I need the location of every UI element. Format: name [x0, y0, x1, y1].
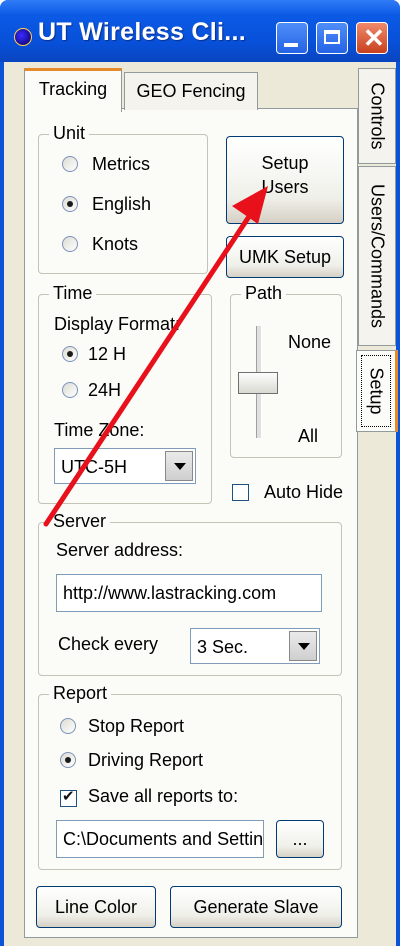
maximize-icon	[324, 30, 340, 44]
tab-setup[interactable]: Setup	[356, 350, 398, 432]
path-none-label: None	[288, 332, 332, 352]
minimize-icon	[284, 43, 298, 47]
generate-slave-button[interactable]: Generate Slave	[170, 886, 342, 928]
tab-users-commands-label: Users/Commands	[367, 183, 388, 329]
report-path-input[interactable]: C:\Documents and Settings	[56, 820, 264, 858]
radio-stop-report[interactable]	[60, 718, 76, 734]
unit-legend: Unit	[49, 123, 90, 144]
path-all-label: All	[298, 426, 319, 446]
path-slider-thumb[interactable]	[238, 372, 278, 394]
save-reports-checkbox[interactable]	[60, 787, 77, 807]
window-title: UT Wireless Cli...	[38, 18, 247, 46]
radio-24h-label: 24H	[88, 380, 122, 400]
line-color-button[interactable]: Line Color	[36, 886, 156, 928]
tab-tracking[interactable]: Tracking	[24, 68, 122, 112]
tab-users-commands[interactable]: Users/Commands	[358, 166, 396, 346]
radio-driving-report[interactable]	[60, 752, 76, 768]
server-address-label: Server address:	[56, 540, 184, 560]
dropdown-arrow-icon[interactable]	[289, 631, 317, 661]
browse-button[interactable]: ...	[276, 820, 324, 858]
minimize-button[interactable]	[276, 22, 308, 54]
dropdown-arrow-icon[interactable]	[165, 451, 193, 481]
auto-hide-checkbox[interactable]	[232, 484, 249, 501]
tab-controls[interactable]: Controls	[358, 68, 396, 164]
time-zone-value: UTC-5H	[61, 457, 127, 477]
auto-hide-label: Auto Hide	[264, 482, 344, 502]
check-every-value: 3 Sec.	[197, 637, 249, 657]
server-address-input[interactable]: http://www.lastracking.com	[56, 574, 322, 612]
app-icon	[14, 28, 32, 46]
umk-setup-label: UMK Setup	[238, 247, 332, 267]
time-legend: Time	[49, 283, 97, 304]
umk-setup-button[interactable]: UMK Setup	[226, 236, 344, 278]
title-bar[interactable]: UT Wireless Cli... ✕	[0, 0, 400, 62]
generate-slave-label: Generate Slave	[193, 897, 319, 917]
radio-24h[interactable]	[62, 382, 78, 398]
tab-controls-label: Controls	[367, 82, 388, 150]
radio-english[interactable]	[62, 196, 78, 212]
tab-geo-fencing[interactable]: GEO Fencing	[124, 72, 258, 110]
setup-users-button[interactable]: Setup Users	[226, 136, 344, 224]
save-reports-label: Save all reports to:	[88, 786, 239, 806]
radio-knots-label: Knots	[92, 234, 139, 254]
radio-12h[interactable]	[62, 346, 78, 362]
radio-driving-report-label: Driving Report	[88, 750, 204, 770]
time-zone-select[interactable]: UTC-5H	[54, 448, 196, 484]
setup-users-label: Setup Users	[261, 153, 309, 197]
tab-setup-label: Setup	[366, 367, 387, 415]
radio-knots[interactable]	[62, 236, 78, 252]
maximize-button[interactable]	[316, 22, 348, 54]
server-legend: Server	[49, 511, 111, 532]
radio-metrics[interactable]	[62, 156, 78, 172]
check-every-label: Check every	[58, 634, 159, 654]
line-color-label: Line Color	[54, 897, 138, 917]
close-icon: ✕	[363, 23, 385, 53]
radio-english-label: English	[92, 194, 152, 214]
radio-12h-label: 12 H	[88, 344, 127, 364]
report-legend: Report	[49, 683, 112, 704]
display-format-label: Display Format:	[54, 314, 181, 334]
radio-stop-report-label: Stop Report	[88, 716, 185, 736]
path-legend: Path	[241, 283, 287, 304]
close-button[interactable]: ✕	[356, 22, 388, 54]
time-zone-label: Time Zone:	[54, 420, 145, 440]
check-every-select[interactable]: 3 Sec.	[190, 628, 320, 664]
radio-metrics-label: Metrics	[92, 154, 150, 174]
browse-label: ...	[292, 829, 308, 849]
